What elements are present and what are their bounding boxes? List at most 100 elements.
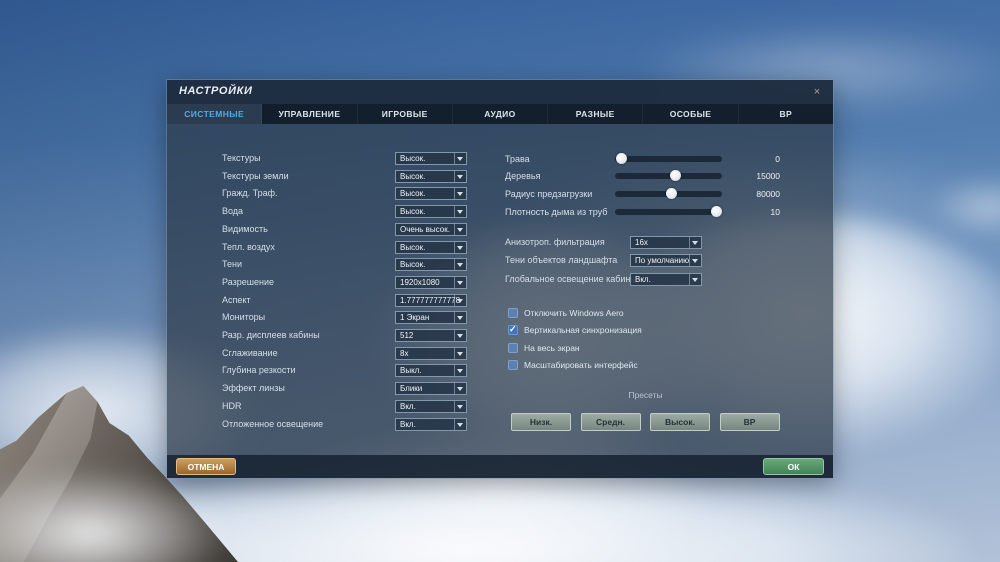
dropdown-value: Высок.: [400, 260, 426, 270]
chevron-down-icon: [454, 223, 466, 235]
thermal-air-dropdown[interactable]: Высок.: [395, 240, 467, 254]
dropdown-value: 16x: [635, 238, 648, 247]
cabin-display-res-dropdown[interactable]: 512: [395, 329, 467, 342]
slider-label: Деревья: [505, 171, 541, 182]
aspect-dropdown[interactable]: 1.777777777778: [395, 293, 467, 307]
chevron-down-icon: [454, 241, 466, 253]
chevron-down-icon: [454, 400, 466, 412]
tab-game[interactable]: ИГРОВЫЕ: [358, 104, 453, 124]
grass-slider[interactable]: [615, 152, 722, 164]
slider-row: Трава 0: [505, 152, 785, 166]
checkbox-label: На весь экран: [524, 342, 580, 353]
slider-row: Деревья 15000: [505, 169, 785, 183]
dropdown-value: 512: [400, 331, 414, 340]
slider-label: Радиус предзагрузки: [505, 188, 593, 199]
vsync-checkbox[interactable]: ✓ Вертикальная синхронизация: [508, 324, 808, 336]
trees-slider[interactable]: [615, 170, 722, 182]
water-dropdown[interactable]: Высок.: [395, 205, 467, 219]
chevron-down-icon: [454, 259, 466, 271]
chevron-down-icon: [454, 188, 466, 200]
preset-medium-button[interactable]: Средн.: [580, 413, 641, 431]
setting-row: HDR Вкл.: [222, 399, 782, 413]
lens-effect-dropdown[interactable]: Блики: [395, 382, 467, 396]
dropdown-value: Очень высок.: [400, 224, 450, 234]
dropdown-value: Высок.: [400, 189, 426, 199]
slider-thumb[interactable]: [666, 187, 678, 199]
ok-button[interactable]: ОК: [763, 458, 824, 475]
resolution-dropdown[interactable]: 1920x1080: [395, 275, 467, 289]
landscape-shadows-dropdown[interactable]: По умолчанию: [630, 254, 702, 268]
civil-traffic-dropdown[interactable]: Высок.: [395, 187, 467, 201]
checkbox-box[interactable]: ✓: [508, 307, 518, 318]
ground-textures-dropdown[interactable]: Высок.: [395, 169, 467, 183]
chevron-down-icon: [454, 170, 466, 182]
setting-label: Разр. дисплеев кабины: [222, 330, 320, 340]
preset-high-button[interactable]: Высок.: [650, 413, 710, 431]
tab-audio[interactable]: АУДИО: [453, 104, 549, 124]
chevron-down-icon: [454, 383, 466, 395]
checkbox-box[interactable]: ✓: [508, 324, 518, 335]
dropdown-value: Вкл.: [400, 401, 416, 411]
visibility-dropdown[interactable]: Очень высок.: [395, 222, 467, 236]
close-icon[interactable]: ×: [810, 85, 824, 99]
scale-ui-checkbox[interactable]: ✓ Масштабировать интерфейс: [508, 360, 808, 371]
setting-label: Эффект линзы: [222, 383, 285, 394]
setting-label: Аспект: [222, 294, 251, 305]
fullscreen-checkbox[interactable]: ✓ На весь экран: [508, 342, 808, 354]
setting-label: Тени объектов ландшафта: [505, 255, 618, 266]
slider-label: Трава: [505, 153, 530, 164]
setting-label: Видимость: [222, 223, 268, 234]
cancel-button[interactable]: ОТМЕНА: [176, 458, 236, 475]
disable-aero-checkbox[interactable]: ✓ Отключить Windows Aero: [508, 307, 808, 319]
dropdown-value: 1 Экран: [400, 313, 430, 323]
dropdown-value: Вкл.: [635, 274, 651, 284]
shadows-dropdown[interactable]: Высок.: [395, 258, 467, 272]
setting-label: Разрешение: [222, 276, 274, 287]
monitors-dropdown[interactable]: 1 Экран: [395, 311, 467, 325]
setting-row: Тени объектов ландшафта По умолчанию: [505, 254, 1000, 268]
deferred-lighting-dropdown[interactable]: Вкл.: [395, 417, 467, 431]
dropdown-value: 1.777777777778: [400, 295, 461, 305]
smoke-density-slider[interactable]: [615, 205, 723, 217]
slider-value: 10: [770, 206, 780, 217]
slider-thumb[interactable]: [711, 205, 723, 217]
slider-thumb[interactable]: [615, 152, 627, 164]
tab-misc[interactable]: РАЗНЫЕ: [548, 104, 644, 124]
screen: НАСТРОЙКИ × СИСТЕМНЫЕ УПРАВЛЕНИЕ ИГРОВЫЕ…: [0, 0, 1000, 562]
checkbox-label: Масштабировать интерфейс: [524, 360, 638, 370]
checkbox-box[interactable]: ✓: [508, 342, 518, 353]
tab-controls[interactable]: УПРАВЛЕНИЕ: [262, 104, 358, 124]
presets-title: Пресеты: [628, 390, 663, 400]
hdr-dropdown[interactable]: Вкл.: [395, 399, 467, 413]
preset-vr-button[interactable]: ВР: [719, 413, 780, 431]
chevron-down-icon: [454, 347, 466, 359]
chevron-down-icon: [454, 276, 466, 288]
chevron-down-icon: [454, 294, 466, 306]
setting-row: Аспект 1.777777777778: [222, 293, 782, 307]
tab-special[interactable]: ОСОБЫЕ: [643, 104, 739, 124]
dropdown-value: Выкл.: [400, 366, 422, 376]
cabin-global-illumination-dropdown[interactable]: Вкл.: [630, 272, 702, 286]
antialiasing-dropdown[interactable]: 8x: [395, 346, 467, 360]
checkbox-label: Вертикальная синхронизация: [524, 325, 642, 335]
setting-label: Отложенное освещение: [222, 418, 324, 429]
textures-dropdown[interactable]: Высок.: [395, 152, 467, 165]
anisotropic-filtering-dropdown[interactable]: 16x: [630, 236, 702, 249]
dropdown-value: Высок.: [400, 154, 426, 163]
checkbox-box[interactable]: ✓: [508, 360, 518, 370]
slider-value: 0: [775, 153, 780, 164]
preload-radius-slider[interactable]: [615, 187, 722, 199]
dialog-title: НАСТРОЙКИ: [179, 85, 253, 97]
tab-vr[interactable]: ВР: [739, 104, 833, 124]
tab-system[interactable]: СИСТЕМНЫЕ: [167, 104, 263, 124]
chevron-down-icon: [689, 255, 701, 267]
slider-value: 80000: [756, 188, 780, 199]
preset-low-button[interactable]: Низк.: [511, 413, 571, 431]
depth-of-field-dropdown[interactable]: Выкл.: [395, 364, 467, 378]
chevron-down-icon: [689, 237, 701, 248]
slider-thumb[interactable]: [670, 170, 682, 182]
title-bar: НАСТРОЙКИ ×: [167, 80, 833, 104]
dropdown-value: Вкл.: [400, 419, 416, 429]
chevron-down-icon: [454, 206, 466, 218]
slider-value: 15000: [756, 171, 780, 182]
